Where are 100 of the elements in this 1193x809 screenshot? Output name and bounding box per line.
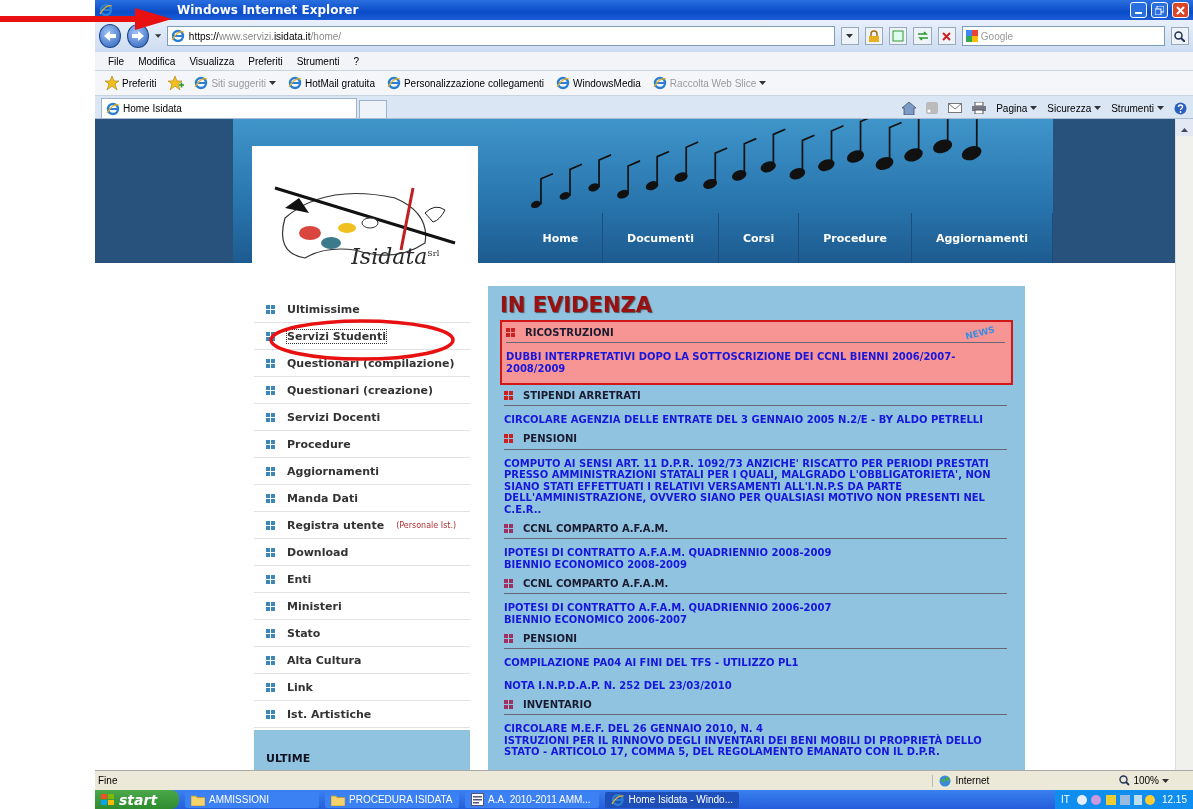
menu-item[interactable]: File <box>103 55 130 67</box>
menu-item[interactable]: Modifica <box>133 55 181 67</box>
menu-item[interactable]: Visualizza <box>184 55 240 67</box>
menu-item[interactable]: Preferiti <box>243 55 288 67</box>
news-link[interactable]: IPOTESI DI CONTRATTO A.F.A.M. QUADRIENNIO 2008-2009 <box>504 547 1007 559</box>
sidebar-link[interactable]: Servizi Docenti <box>287 410 381 424</box>
bullet-icon <box>266 709 275 719</box>
lock-icon <box>869 30 880 42</box>
sidebar-link[interactable]: Questionari (creazione) <box>287 383 433 397</box>
bullet-icon <box>266 574 275 584</box>
news-link[interactable]: NOTA I.N.P.D.A.P. N. 252 DEL 23/03/2010 <box>504 679 1007 691</box>
minimize-button[interactable] <box>1130 2 1147 18</box>
lock-button[interactable] <box>865 27 884 45</box>
tray-icons-drawing[interactable] <box>1075 793 1156 806</box>
bullet-icon <box>266 628 275 638</box>
news-link[interactable]: BIENNIO ECONOMICO 2008-2009 <box>504 558 1007 570</box>
sidebar-link[interactable]: Download <box>287 545 349 559</box>
favorites-button[interactable]: Preferiti <box>101 76 161 90</box>
mail-icon[interactable] <box>948 103 963 113</box>
command-menu[interactable]: Strumenti <box>1111 102 1164 114</box>
bullet-icon <box>266 520 275 530</box>
sidebar-link[interactable]: Alta Cultura <box>287 653 362 667</box>
dropdown-button[interactable] <box>840 27 860 45</box>
help-icon[interactable] <box>1174 101 1187 115</box>
sidebar-link[interactable]: Servizi Studenti <box>287 329 386 343</box>
bullet-icon <box>504 633 513 643</box>
folder-icon <box>331 793 345 806</box>
section-heading: STIPENDI ARRETRATI <box>523 389 641 401</box>
bullet-icon <box>504 699 513 709</box>
sidebar-link[interactable]: Link <box>287 680 313 694</box>
favorites-link[interactable]: Personalizzazione collegamenti <box>384 76 547 90</box>
caret-icon <box>1162 778 1169 783</box>
command-menu[interactable]: Pagina <box>996 102 1038 114</box>
scroll-up-button[interactable] <box>1176 119 1193 136</box>
browser-tab[interactable]: Home Isidata <box>101 98 357 118</box>
browser-icon <box>611 792 625 807</box>
add-favorite-icon[interactable] <box>168 76 185 90</box>
news-link[interactable]: CIRCOLARE M.E.F. DEL 26 GENNAIO 2010, N. 4 <box>504 723 1007 735</box>
command-menu[interactable]: Sicurezza <box>1047 102 1102 114</box>
news-link[interactable]: ISTRUZIONI PER IL RINNOVO DEGLI INVENTARI DEI BENI MOBILI DI PROPRIETÀ DELLO STATO - ARTICOLO 17, COMMA 5, DEL REGOLAMENTO EMANATO CON IL D.P.R. <box>504 734 1007 758</box>
search-field[interactable]: Google <box>961 26 1165 46</box>
caret-icon <box>846 34 854 38</box>
section-heading: PENSIONI <box>523 433 578 444</box>
taskbar-button[interactable]: A.A. 2010-2011 AMM... <box>465 791 599 808</box>
taskbar-button[interactable]: AMMISSIONI <box>185 791 319 808</box>
bullet-icon <box>266 466 275 476</box>
taskbar-button[interactable]: PROCEDURA ISIDATA <box>325 791 459 808</box>
sidebar-link[interactable]: Ministeri <box>287 599 342 613</box>
document-icon <box>471 793 484 806</box>
caret-icon <box>268 81 276 85</box>
printer-icon[interactable] <box>972 102 987 114</box>
sidebar-link[interactable]: Manda Dati <box>287 491 358 505</box>
news-link[interactable]: CIRCOLARE AGENZIA DELLE ENTRATE DEL 3 GENNAIO 2005 N.2/E - BY ALDO PETRELLI <box>504 414 1007 426</box>
sidebar-link[interactable]: Stato <box>287 626 321 640</box>
address-field[interactable]: https://www.servizi.isidata.it/home/ <box>166 26 835 46</box>
news-link[interactable]: DUBBI INTERPRETATIVI DOPO LA SOTTOSCRIZIONE DEI CCNL BIENNI 2006/2007-2008/2009 <box>506 351 1005 374</box>
folder-icon <box>191 793 205 806</box>
section-heading: INVENTARIO <box>523 698 592 710</box>
back-button[interactable] <box>99 24 121 48</box>
search-button[interactable] <box>1170 27 1189 45</box>
news-link[interactable]: BIENNIO ECONOMICO 2006-2007 <box>504 613 1007 625</box>
menu-item[interactable]: ? <box>348 55 365 67</box>
sidebar-link[interactable]: Registra utente <box>287 518 385 532</box>
page-icon <box>556 76 571 90</box>
bullet-icon <box>266 601 275 611</box>
sidebar-link[interactable]: Aggiornamenti <box>287 464 380 478</box>
sidebar-link[interactable]: Questionari (compilazione) <box>287 356 455 370</box>
bullet-icon <box>266 304 275 314</box>
sidebar-link[interactable]: Ultimissime <box>287 302 360 316</box>
home-icon[interactable] <box>902 101 917 115</box>
menu-item[interactable]: Strumenti <box>291 55 345 67</box>
bullet-icon <box>266 655 275 665</box>
refresh-button[interactable] <box>913 27 932 45</box>
bullet-icon <box>266 331 275 341</box>
news-link[interactable]: COMPUTO AI SENSI ART. 11 D.P.R. 1092/73 ANZICHE' RISCATTO PER PERIODI PRESTATI PRESSO AMMINISTRAZIONI STATALI PER I QUALI, MALGRADO L'OBBLIGATORIETA', NON SIANO STATI EFFETTUATI I RELATIVI VERSAMENTI ALL'I.N.P.S DA PARTE DELL'AMMINISTRAZIONE, OVVERO SIANO PER QUALSIASI MOTIVO NON PRESENTI NEL C.E.R.. <box>504 457 1007 515</box>
magnifier-icon <box>1119 775 1131 786</box>
section-heading: CCNL COMPARTO A.F.A.M. <box>523 522 669 534</box>
page-icon <box>106 101 120 116</box>
stop-button[interactable] <box>937 27 956 45</box>
sidebar-link[interactable]: Ist. Artistiche <box>287 707 372 721</box>
taskbar-button[interactable]: Home Isidata - Windo... <box>605 791 739 808</box>
news-link[interactable]: COMPILAZIONE PA04 AI FINI DEL TFS - UTILIZZO PL1 <box>504 657 1007 669</box>
sidebar-link[interactable]: Enti <box>287 572 312 586</box>
restore-button[interactable] <box>1151 2 1168 18</box>
bullet-icon <box>504 390 513 400</box>
bullet-icon <box>504 434 513 443</box>
caret-icon <box>1157 106 1164 110</box>
left-arrow-icon <box>103 31 116 41</box>
status-text: Fine <box>97 775 119 786</box>
bullet-icon <box>266 682 275 692</box>
news-link[interactable]: IPOTESI DI CONTRATTO A.F.A.M. QUADRIENNIO 2006-2007 <box>504 602 1007 614</box>
favorites-link[interactable]: WindowsMedia <box>554 76 643 90</box>
sidebar-link[interactable]: Procedure <box>287 437 351 451</box>
windows-logo-icon <box>101 793 115 806</box>
close-button[interactable] <box>1172 2 1189 18</box>
zoom-button[interactable]: 100% <box>1089 775 1193 786</box>
favorites-link[interactable]: HotMail gratuita <box>285 76 377 90</box>
caret-icon <box>1094 106 1102 110</box>
scrollbar[interactable] <box>1175 119 1193 770</box>
start-button[interactable]: start <box>95 790 179 809</box>
